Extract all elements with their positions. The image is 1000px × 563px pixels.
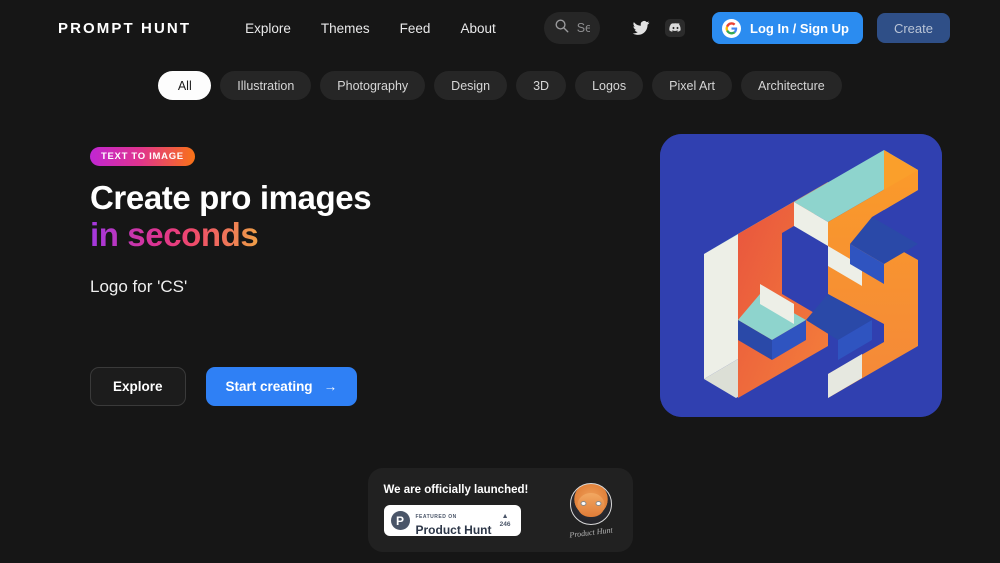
page-root: PROMPT HUNT Explore Themes Feed About [0,0,1000,563]
brand-logo[interactable]: PROMPT HUNT [58,20,191,37]
product-hunt-badge[interactable]: P FEATURED ON Product Hunt ▲ 246 [384,505,521,536]
twitter-icon[interactable] [630,17,652,39]
product-hunt-name: Product Hunt [416,524,494,536]
page-title: Create pro images in seconds [90,179,610,253]
hero-section: TEXT TO IMAGE Create pro images in secon… [0,134,1000,417]
discord-icon[interactable] [664,17,686,39]
hero-text-column: TEXT TO IMAGE Create pro images in secon… [90,134,610,417]
nav-link-explore[interactable]: Explore [245,21,291,36]
hero-actions: Explore Start creating → [90,367,610,406]
text-to-image-badge: TEXT TO IMAGE [90,147,195,166]
product-hunt-banner-wrap: We are officially launched! P FEATURED O… [0,468,1000,552]
top-navigation-bar: PROMPT HUNT Explore Themes Feed About [0,0,1000,56]
headline-line-1: Create pro images [90,179,371,216]
category-pill-all[interactable]: All [158,71,211,100]
social-links [630,17,686,39]
category-pill-illustration[interactable]: Illustration [220,71,311,100]
category-pill-architecture[interactable]: Architecture [741,71,842,100]
product-hunt-signature: Product Hunt [564,525,617,540]
nav-link-feed[interactable]: Feed [400,21,431,36]
discord-icon-bg [665,19,685,37]
search-box[interactable] [544,12,600,44]
upvote-count: 246 [500,521,511,528]
cat-eye-left [580,501,586,506]
nav-link-about[interactable]: About [460,21,495,36]
cat-avatar [570,483,612,525]
nav-link-themes[interactable]: Themes [321,21,370,36]
hero-image-column [660,134,942,417]
cat-eye-right [595,501,601,506]
prompt-text: Logo for 'CS' [90,277,610,297]
start-creating-label: Start creating [226,379,313,394]
category-filter-bar: All Illustration Photography Design 3D L… [0,71,1000,100]
headline-line-2: in seconds [90,216,258,253]
featured-on-label: FEATURED ON [416,514,457,520]
launch-announcement-text: We are officially launched! [384,484,555,496]
category-pill-logos[interactable]: Logos [575,71,643,100]
search-icon [554,18,569,38]
category-pill-pixel-art[interactable]: Pixel Art [652,71,732,100]
generated-artwork-card[interactable] [660,134,942,417]
upvote-arrow-icon: ▲ [500,513,511,520]
arrow-right-icon: → [324,379,338,394]
isometric-cs-logo-icon [660,134,942,417]
explore-button[interactable]: Explore [90,367,186,406]
main-nav: Explore Themes Feed About [245,21,496,36]
product-hunt-badge-text: FEATURED ON Product Hunt [416,506,494,536]
google-icon [722,19,741,38]
create-button[interactable]: Create [877,13,950,43]
product-hunt-banner[interactable]: We are officially launched! P FEATURED O… [368,468,633,552]
search-input[interactable] [577,21,590,35]
login-signup-label: Log In / Sign Up [750,21,849,36]
product-hunt-logo-icon: P [391,511,410,530]
login-signup-button[interactable]: Log In / Sign Up [712,12,863,44]
category-pill-3d[interactable]: 3D [516,71,566,100]
category-pill-photography[interactable]: Photography [320,71,425,100]
product-hunt-left: We are officially launched! P FEATURED O… [384,484,555,536]
product-hunt-kitty: Product Hunt [565,483,617,537]
start-creating-button[interactable]: Start creating → [206,367,358,406]
category-pill-design[interactable]: Design [434,71,507,100]
cat-face-icon [577,493,604,517]
upvote-counter[interactable]: ▲ 246 [500,513,514,528]
